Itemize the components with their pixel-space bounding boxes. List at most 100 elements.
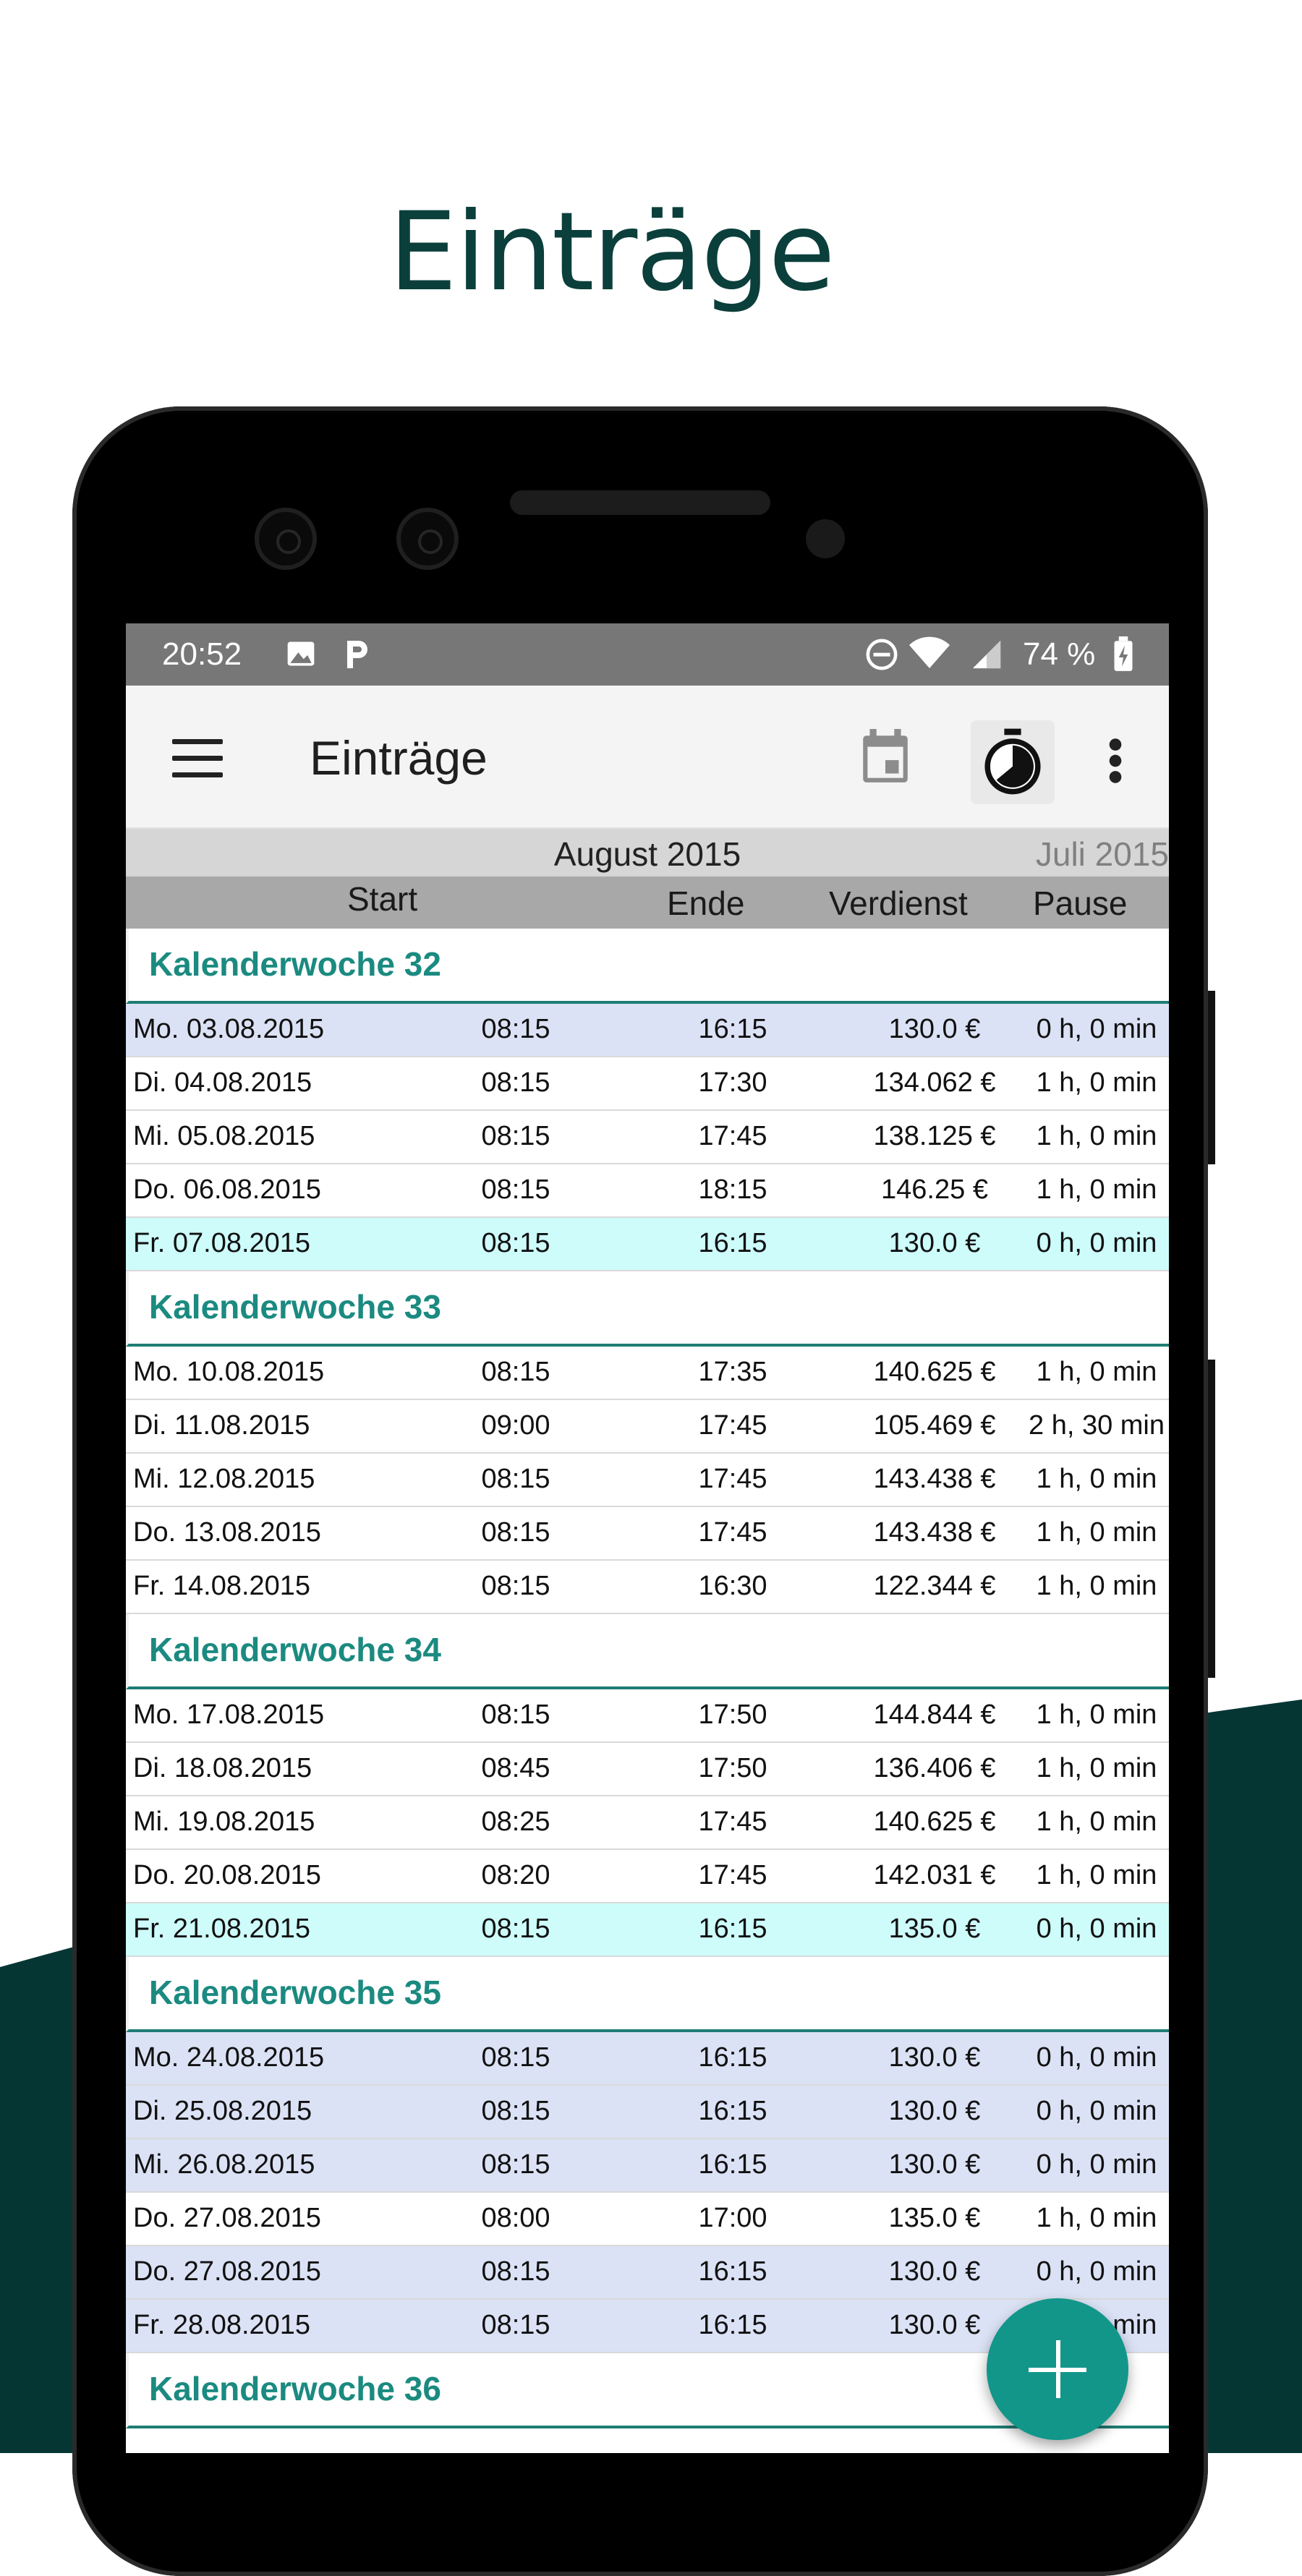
phone-screen: 20:52 74 % Einträge August 2015 Juli 201… xyxy=(126,623,1169,2453)
entry-row[interactable]: Mo. 03.08.2015 08:15 16:15 130.0 €0 h, 0 mi… xyxy=(126,1004,1169,1057)
entry-row[interactable]: Do. 27.08.2015 08:00 17:00 135.0 €1 h, 0 mi… xyxy=(126,2193,1169,2246)
current-month[interactable]: August 2015 xyxy=(126,835,1169,874)
more-icon[interactable] xyxy=(1108,738,1123,788)
entry-row[interactable]: Mi. 26.08.2015 08:15 16:15 130.0 €0 h, 0 mi… xyxy=(126,2139,1169,2193)
entry-day: Do. 20.08.2015 xyxy=(133,1860,321,1890)
battery-icon xyxy=(1112,636,1134,681)
entry-pause: 1 h, 0 min xyxy=(1036,1699,1157,1730)
camera-icon xyxy=(396,508,459,570)
entry-day: Mi. 19.08.2015 xyxy=(133,1807,315,1837)
status-time: 20:52 xyxy=(162,636,242,672)
week-label: Kalenderwoche 32 xyxy=(149,945,441,983)
entry-row[interactable]: Mo. 10.08.2015 08:15 17:35 140.625 €1 h, 0 … xyxy=(126,1347,1169,1400)
entry-start: 08:15 xyxy=(481,1571,550,1601)
entry-end: 17:00 xyxy=(698,2203,767,2233)
entry-day: Fr. 07.08.2015 xyxy=(133,1228,311,1258)
month-selector[interactable]: August 2015 Juli 2015 xyxy=(126,829,1169,877)
entry-end: 16:15 xyxy=(698,1228,767,1258)
entry-pause: 1 h, 0 min xyxy=(1036,1860,1157,1890)
entry-start: 08:45 xyxy=(481,1753,550,1783)
entry-day: Mo. 17.08.2015 xyxy=(133,1699,325,1730)
entry-day: Fr. 21.08.2015 xyxy=(133,1914,311,1944)
entry-end: 16:15 xyxy=(698,2096,767,2126)
entry-end: 16:15 xyxy=(698,1014,767,1044)
entry-pause: 1 h, 0 min xyxy=(1036,1807,1157,1837)
entry-row[interactable]: Di. 18.08.2015 08:45 17:50 136.406 €1 h, 0 … xyxy=(126,1743,1169,1796)
entry-row[interactable]: Mo. 24.08.2015 08:15 16:15 130.0 €0 h, 0 mi… xyxy=(126,2032,1169,2086)
stopwatch-icon[interactable] xyxy=(971,720,1055,804)
entry-row[interactable]: Do. 13.08.2015 08:15 17:45 143.438 €1 h, 0 … xyxy=(126,1507,1169,1561)
entry-day: Di. 04.08.2015 xyxy=(133,1067,312,1098)
entry-row[interactable]: Fr. 21.08.2015 08:15 16:15 135.0 €0 h, 0 mi… xyxy=(126,1903,1169,1957)
entry-row[interactable]: Mi. 19.08.2015 08:25 17:45 140.625 €1 h, 0 … xyxy=(126,1796,1169,1850)
entry-start: 08:15 xyxy=(481,1067,550,1098)
next-month[interactable]: Juli 2015 xyxy=(1036,835,1169,874)
entry-end: 17:45 xyxy=(698,1807,767,1837)
app-bar: Einträge xyxy=(126,686,1169,829)
entry-day: Mo. 24.08.2015 xyxy=(133,2042,325,2073)
entry-start: 08:00 xyxy=(481,2203,550,2233)
entry-pause: 1 h, 0 min xyxy=(1036,1357,1157,1387)
entry-day: Di. 11.08.2015 xyxy=(133,1410,310,1441)
entry-row[interactable]: Fr. 14.08.2015 08:15 16:30 122.344 €1 h, 0 … xyxy=(126,1561,1169,1614)
entry-start: 08:15 xyxy=(481,1121,550,1151)
column-end: Ende xyxy=(667,884,745,922)
promo-title: Einträge xyxy=(388,189,835,315)
entry-end: 17:35 xyxy=(698,1357,767,1387)
entry-row[interactable]: Mi. 12.08.2015 08:15 17:45 143.438 €1 h, 0 … xyxy=(126,1454,1169,1507)
battery-percent: 74 % xyxy=(1023,636,1096,672)
entry-end: 16:15 xyxy=(698,1914,767,1944)
entry-pause: 1 h, 0 min xyxy=(1036,1753,1157,1783)
entry-day: Mi. 05.08.2015 xyxy=(133,1121,315,1151)
entry-pause: 1 h, 0 min xyxy=(1036,1571,1157,1601)
entry-row[interactable]: Di. 04.08.2015 08:15 17:30 134.062 €1 h, 0 … xyxy=(126,1057,1169,1111)
entry-end: 17:45 xyxy=(698,1860,767,1890)
entry-end: 17:45 xyxy=(698,1464,767,1494)
column-earnings: Verdienst xyxy=(829,884,968,922)
entry-start: 08:25 xyxy=(481,1807,550,1837)
entry-row[interactable]: Do. 06.08.2015 08:15 18:15 146.25 €1 h, 0 m… xyxy=(126,1164,1169,1218)
entry-day: Mi. 26.08.2015 xyxy=(133,2149,315,2180)
appbar-title: Einträge xyxy=(310,731,488,785)
entry-day: Mo. 03.08.2015 xyxy=(133,1014,325,1044)
status-bar: 20:52 74 % xyxy=(126,623,1169,686)
column-start: Start xyxy=(347,880,418,918)
entry-row[interactable]: Do. 27.08.2015 08:15 16:15 130.0 €0 h, 0 mi… xyxy=(126,2246,1169,2300)
entry-row[interactable]: Mi. 05.08.2015 08:15 17:45 138.125 €1 h, 0 … xyxy=(126,1111,1169,1164)
entry-end: 16:15 xyxy=(698,2042,767,2073)
menu-icon[interactable] xyxy=(172,739,223,780)
entry-row[interactable]: Do. 20.08.2015 08:20 17:45 142.031 €1 h, 0 … xyxy=(126,1850,1169,1903)
entry-day: Mo. 10.08.2015 xyxy=(133,1357,325,1387)
dnd-icon xyxy=(865,638,898,679)
entry-start: 08:15 xyxy=(481,1228,550,1258)
entry-row[interactable]: Fr. 07.08.2015 08:15 16:15 130.0 €0 h, 0 mi… xyxy=(126,1218,1169,1271)
week-label: Kalenderwoche 35 xyxy=(149,1974,441,2011)
entry-end: 17:45 xyxy=(698,1121,767,1151)
image-icon xyxy=(285,638,317,678)
entry-end: 17:45 xyxy=(698,1517,767,1548)
entry-pause: 0 h, 0 min xyxy=(1036,1914,1157,1944)
add-entry-button[interactable] xyxy=(987,2298,1128,2440)
entry-start: 08:15 xyxy=(481,2149,550,2180)
entry-row[interactable]: Di. 25.08.2015 08:15 16:15 130.0 €0 h, 0 mi… xyxy=(126,2086,1169,2139)
entry-day: Fr. 28.08.2015 xyxy=(133,2310,311,2340)
entry-row[interactable]: Di. 11.08.2015 09:00 17:45 105.469 €2 h, 30… xyxy=(126,1400,1169,1454)
entry-row[interactable]: Mo. 17.08.2015 08:15 17:50 144.844 €1 h, 0 … xyxy=(126,1689,1169,1743)
calendar-icon[interactable] xyxy=(858,729,913,790)
entry-start: 08:15 xyxy=(481,1174,550,1205)
camera-icon xyxy=(255,508,317,570)
column-header: Start Ende Verdienst Pause xyxy=(126,877,1169,929)
entry-pause: 0 h, 0 min xyxy=(1036,1228,1157,1258)
entry-day: Di. 18.08.2015 xyxy=(133,1753,312,1783)
phone-speaker xyxy=(510,490,770,515)
entry-pause: 0 h, 0 min xyxy=(1036,1014,1157,1044)
week-header: Kalenderwoche 33 xyxy=(126,1271,1169,1347)
week-label: Kalenderwoche 36 xyxy=(149,2370,441,2407)
entry-day: Do. 06.08.2015 xyxy=(133,1174,321,1205)
entries-list: Kalenderwoche 32 Mo. 03.08.2015 08:15 16:15… xyxy=(126,929,1169,2428)
entry-pause: 1 h, 0 min xyxy=(1036,1121,1157,1151)
sensor-icon xyxy=(806,519,845,558)
week-label: Kalenderwoche 33 xyxy=(149,1288,441,1326)
entry-day: Di. 25.08.2015 xyxy=(133,2096,312,2126)
entry-start: 09:00 xyxy=(481,1410,550,1441)
